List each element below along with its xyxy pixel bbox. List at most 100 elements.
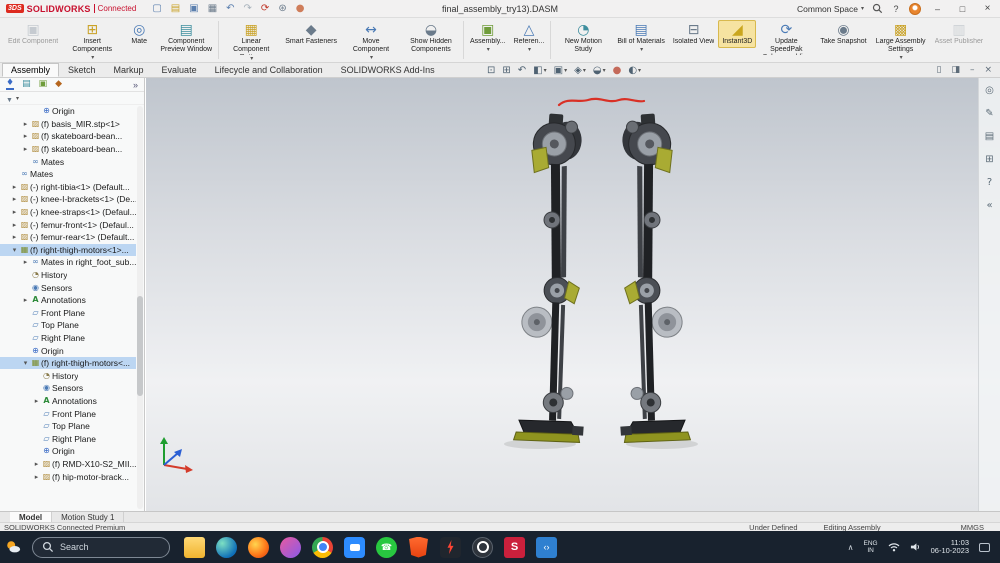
tree-item[interactable]: Front Plane [0,307,136,320]
appearance-button[interactable] [296,4,305,14]
expander-icon[interactable] [32,460,41,468]
whatsapp-icon[interactable] [376,537,397,558]
clock[interactable]: 11:03 06-10-2023 [931,539,969,556]
maximize-button[interactable] [954,4,971,14]
ribbon-large-assembly-settings[interactable]: Large Assembly Settings [871,20,931,63]
help-icon[interactable] [987,178,992,188]
pane-layout-button[interactable] [936,66,941,75]
expander-icon[interactable] [21,296,30,304]
view-orientation-button[interactable] [554,66,567,76]
volume-icon[interactable] [910,542,921,552]
brave-icon[interactable] [408,537,429,558]
rebuild-button[interactable] [261,4,269,14]
space-selector[interactable]: Common Space [797,4,864,14]
chrome-icon[interactable] [312,537,333,558]
help-button[interactable]: ? [891,4,901,14]
tab-assembly[interactable]: Assembly [2,63,59,77]
tree-item[interactable]: (f) right-thigh-motors<... [0,357,136,370]
wifi-icon[interactable] [888,542,900,552]
tree-item[interactable]: History [0,369,136,382]
expander-icon[interactable] [10,246,19,254]
ribbon-asset-publisher[interactable]: Asset Publisher [931,20,988,48]
tree-item[interactable]: Origin [0,344,136,357]
tree-item[interactable]: (f) skateboard-bean... [0,130,136,143]
expander-icon[interactable] [10,195,19,203]
obs-icon[interactable] [472,537,493,558]
pane-minimize-button[interactable] [970,66,975,75]
ribbon-component-preview-window[interactable]: Component Preview Window [156,20,216,56]
tree-item[interactable]: Sensors [0,382,136,395]
notifications-icon[interactable] [979,543,990,552]
redo-button[interactable] [244,4,252,14]
tree-item[interactable]: (f) RMD-X10-S2_MII... [0,458,136,471]
tree-item[interactable]: (f) skateboard-bean... [0,143,136,156]
notes-icon[interactable] [985,132,994,142]
view-settings-button[interactable] [628,66,641,76]
expander-icon[interactable] [21,120,30,128]
zoom-fit-button[interactable] [487,66,495,76]
ribbon-smart-fasteners[interactable]: Smart Fasteners [281,20,341,48]
tree-item[interactable]: (f) basis_MIR.stp<1> [0,118,136,131]
display-style-button[interactable] [574,66,586,76]
tree-scrollbar-thumb[interactable] [137,296,143,396]
tree-item[interactable]: Front Plane [0,407,136,420]
new-document-button[interactable] [152,4,161,14]
minimize-button[interactable] [929,4,946,14]
ribbon-insert-components[interactable]: Insert Components [62,20,122,63]
left-leg[interactable] [512,112,606,444]
expander-icon[interactable] [21,145,30,153]
tab-evaluate[interactable]: Evaluate [153,63,206,77]
expander-icon[interactable] [10,221,19,229]
tree-item[interactable]: Annotations [0,294,136,307]
ribbon-isolated-view[interactable]: Isolated View [669,20,719,48]
undo-button[interactable] [226,4,234,14]
tree-item[interactable]: (f) right-thigh-motors<1>... [0,244,136,257]
tree-item[interactable]: History [0,269,136,282]
tab-solidworks-addins[interactable]: SOLIDWORKS Add-Ins [332,63,444,77]
vscode-icon[interactable] [536,537,557,558]
tree-item[interactable]: Mates in right_foot_sub... [0,256,136,269]
right-leg[interactable] [599,112,693,444]
expander-icon[interactable] [10,208,19,216]
tree-item[interactable]: (-) femur-front<1> (Defaul... [0,218,136,231]
graphics-area[interactable] [146,78,1000,511]
tree-item[interactable]: Right Plane [0,332,136,345]
tree-item[interactable]: (-) femur-rear<1> (Default... [0,231,136,244]
tree-item[interactable]: Annotations [0,395,136,408]
save-button[interactable] [189,4,198,14]
tree-item[interactable]: Top Plane [0,420,136,433]
section-view-button[interactable] [533,66,546,76]
language-indicator[interactable]: ENG IN [864,540,878,554]
search-button[interactable] [872,3,883,14]
photos-icon[interactable] [280,537,301,558]
tab-lifecycle-collaboration[interactable]: Lifecycle and Collaboration [206,63,332,77]
expander-icon[interactable] [10,233,19,241]
expander-icon[interactable] [10,183,19,191]
ribbon-move-component[interactable]: Move Component [341,20,401,63]
user-avatar[interactable] [909,3,921,15]
compass-icon[interactable] [985,86,994,96]
ribbon-assembly-features[interactable]: Assembly... [466,20,510,55]
tree-item[interactable]: (-) knee-I-brackets<1> (De... [0,193,136,206]
ribbon-show-hidden-components[interactable]: Show Hidden Components [401,20,461,56]
solidworks-app-icon[interactable] [504,537,525,558]
open-button[interactable] [171,4,180,14]
expander-icon[interactable] [21,258,30,266]
pencil-icon[interactable] [985,109,993,119]
edit-appearance-button[interactable] [613,66,622,76]
firefox-icon[interactable] [248,537,269,558]
ribbon-take-snapshot[interactable]: Take Snapshot [816,20,870,48]
zoom-area-button[interactable] [502,66,510,76]
pane-close-button[interactable] [984,66,992,75]
tab-property-manager[interactable] [22,80,31,89]
expander-icon[interactable] [32,473,41,481]
print-button[interactable] [208,4,217,14]
tab-model[interactable]: Model [10,512,52,522]
apps-icon[interactable] [985,155,993,165]
pane-split-button[interactable] [951,66,960,75]
ribbon-mate[interactable]: Mate [122,20,156,48]
ribbon-instant3d[interactable]: Instant3D [718,20,756,48]
tab-configurations[interactable] [39,80,48,89]
ribbon-edit-component[interactable]: Edit Component [4,20,62,48]
expand-panel-icon[interactable] [133,80,138,90]
